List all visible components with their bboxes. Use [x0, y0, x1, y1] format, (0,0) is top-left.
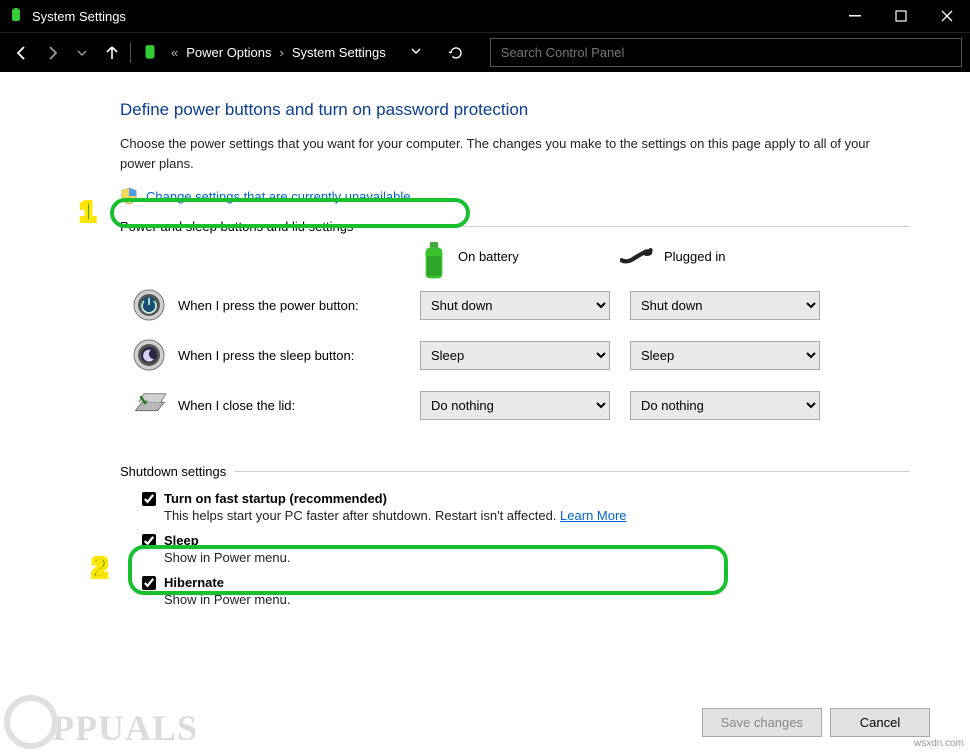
sleep-title: Sleep: [164, 533, 199, 548]
hibernate-checkbox[interactable]: [142, 576, 156, 590]
fast-startup-title: Turn on fast startup (recommended): [164, 491, 387, 506]
search-input[interactable]: [490, 38, 962, 67]
footer-buttons: Save changes Cancel: [702, 708, 930, 737]
lid-plugged-select[interactable]: Do nothing: [630, 391, 820, 420]
row-lid-label: When I close the lid:: [178, 398, 295, 413]
window-title: System Settings: [32, 9, 832, 24]
shutdown-item-sleep: Sleep Show in Power menu.: [142, 533, 910, 565]
shield-icon: [120, 187, 138, 205]
row-power-button: When I press the power button: Shut down…: [120, 288, 910, 322]
sleep-button-icon: [132, 338, 166, 372]
col-header-battery: On battery: [420, 242, 620, 270]
sleep-desc: Show in Power menu.: [164, 550, 910, 565]
row-power-button-label: When I press the power button:: [178, 298, 359, 313]
sleep-button-plugged-select[interactable]: Sleep: [630, 341, 820, 370]
shutdown-item-fast-startup: Turn on fast startup (recommended) This …: [142, 491, 910, 523]
lid-battery-select[interactable]: Do nothing: [420, 391, 610, 420]
app-icon: [8, 8, 24, 24]
cancel-button[interactable]: Cancel: [830, 708, 930, 737]
watermark-text: PPUALS: [52, 707, 198, 749]
back-button[interactable]: [8, 39, 36, 67]
row-sleep-button-label: When I press the sleep button:: [178, 348, 354, 363]
row-sleep-button: When I press the sleep button: Sleep Sle…: [120, 338, 910, 372]
shutdown-group: Shutdown settings Turn on fast startup (…: [120, 464, 910, 617]
change-settings-link[interactable]: Change settings that are currently unava…: [120, 187, 930, 205]
breadcrumb-dropdown-icon[interactable]: [410, 45, 422, 60]
change-settings-link-text[interactable]: Change settings that are currently unava…: [146, 189, 411, 204]
nav-separator: [130, 43, 131, 63]
gear-icon: [4, 695, 58, 749]
minimize-button[interactable]: [832, 0, 878, 32]
battery-icon: [420, 242, 448, 270]
learn-more-link[interactable]: Learn More: [560, 508, 626, 523]
fast-startup-checkbox[interactable]: [142, 492, 156, 506]
sleep-checkbox[interactable]: [142, 534, 156, 548]
credit-text: wsxdn.com: [914, 738, 964, 749]
row-lid: When I close the lid: Do nothing Do noth…: [120, 388, 910, 422]
location-icon: [141, 44, 159, 62]
power-button-plugged-select[interactable]: Shut down: [630, 291, 820, 320]
power-button-battery-select[interactable]: Shut down: [420, 291, 610, 320]
recent-locations-button[interactable]: [68, 39, 96, 67]
save-button[interactable]: Save changes: [702, 708, 822, 737]
hibernate-title: Hibernate: [164, 575, 224, 590]
shutdown-item-hibernate: Hibernate Show in Power menu.: [142, 575, 910, 607]
power-buttons-legend: Power and sleep buttons and lid settings: [120, 219, 361, 234]
lid-icon: [132, 388, 166, 422]
refresh-button[interactable]: [442, 39, 470, 67]
forward-button[interactable]: [38, 39, 66, 67]
chevron-left-icon: «: [171, 45, 178, 60]
col-header-plugged: Plugged in: [620, 242, 820, 270]
breadcrumb[interactable]: « Power Options › System Settings: [137, 43, 422, 62]
chevron-right-icon: ›: [280, 45, 284, 60]
hibernate-desc: Show in Power menu.: [164, 592, 910, 607]
plug-icon: [620, 245, 654, 267]
fast-startup-desc: This helps start your PC faster after sh…: [164, 508, 556, 523]
up-button[interactable]: [98, 39, 126, 67]
close-button[interactable]: [924, 0, 970, 32]
power-button-icon: [132, 288, 166, 322]
breadcrumb-level2[interactable]: System Settings: [290, 43, 388, 62]
page-subtext: Choose the power settings that you want …: [120, 134, 900, 173]
power-buttons-group: Power and sleep buttons and lid settings…: [120, 219, 910, 438]
page-title: Define power buttons and turn on passwor…: [120, 100, 930, 120]
maximize-button[interactable]: [878, 0, 924, 32]
watermark: PPUALS: [0, 689, 202, 755]
breadcrumb-level1[interactable]: Power Options: [184, 43, 273, 62]
shutdown-legend: Shutdown settings: [120, 464, 234, 479]
sleep-button-battery-select[interactable]: Sleep: [420, 341, 610, 370]
